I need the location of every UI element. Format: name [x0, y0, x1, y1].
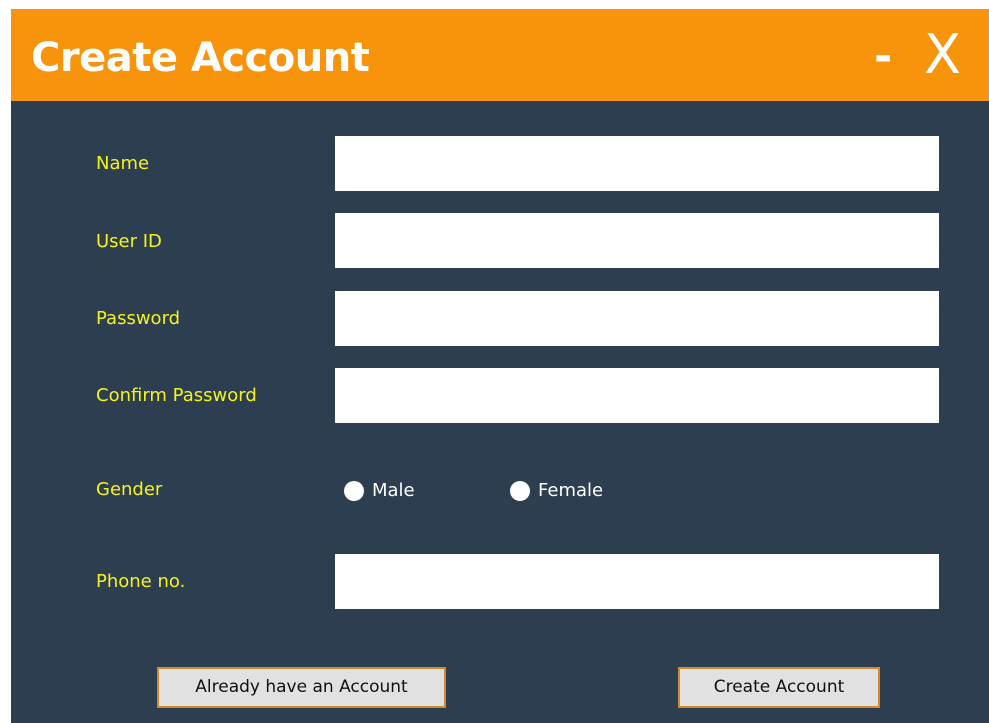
- gender-radio-female[interactable]: Female: [510, 480, 603, 502]
- gender-radio-male[interactable]: Male: [344, 480, 415, 502]
- gender-option-label: Female: [538, 480, 604, 501]
- user-id-label: User ID: [96, 231, 162, 252]
- title-bar[interactable]: Create Account - X: [11, 9, 989, 101]
- radio-button-icon[interactable]: [344, 481, 364, 501]
- name-field[interactable]: [335, 136, 939, 191]
- close-button[interactable]: X: [924, 26, 961, 84]
- password-field[interactable]: [335, 291, 939, 346]
- confirm-password-field[interactable]: [335, 368, 939, 423]
- create-account-button[interactable]: Create Account: [678, 667, 880, 708]
- phone-label: Phone no.: [96, 571, 186, 592]
- confirm-password-label: Confirm Password: [96, 385, 257, 406]
- window-title: Create Account: [31, 35, 370, 81]
- name-label: Name: [96, 153, 150, 174]
- create-account-window: Create Account - X Name User ID Password…: [11, 9, 989, 723]
- phone-field[interactable]: [335, 554, 939, 609]
- gender-label: Gender: [96, 479, 163, 500]
- gender-option-label: Male: [372, 480, 415, 501]
- user-id-field[interactable]: [335, 213, 939, 268]
- already-have-account-button[interactable]: Already have an Account: [157, 667, 446, 708]
- radio-button-icon[interactable]: [510, 481, 530, 501]
- password-label: Password: [96, 308, 181, 329]
- minimize-button[interactable]: -: [874, 32, 892, 82]
